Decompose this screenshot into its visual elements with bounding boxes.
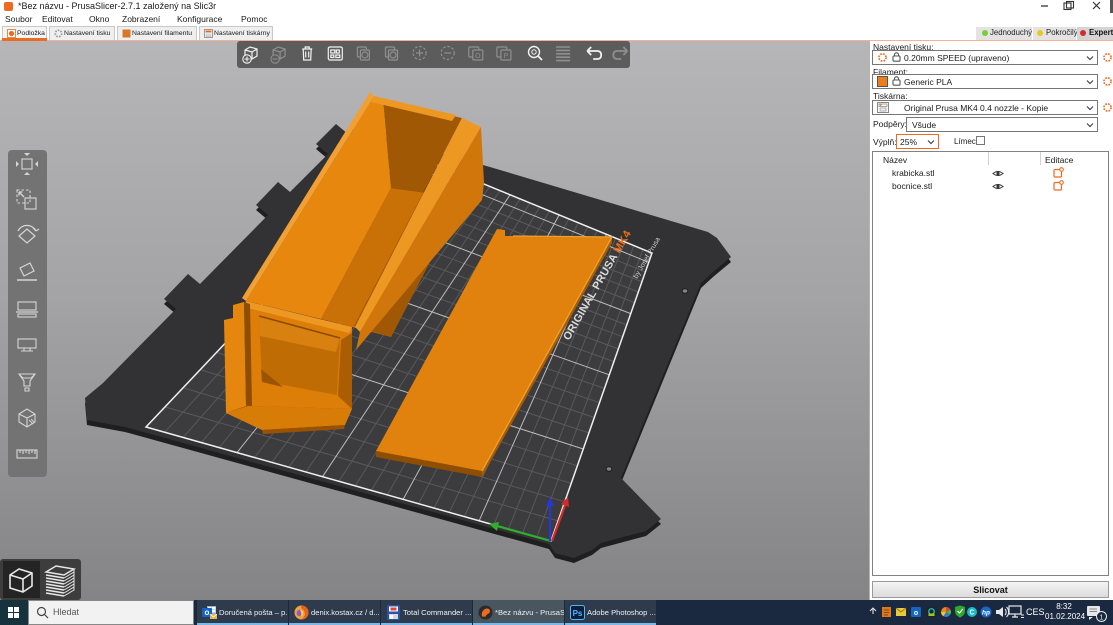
svg-text:o: o (914, 610, 918, 617)
svg-text:P: P (504, 53, 509, 60)
svg-text:Ps: Ps (573, 609, 583, 618)
svg-text:O: O (475, 53, 481, 60)
svg-text:C: C (969, 610, 974, 617)
svg-text:1: 1 (1099, 613, 1103, 622)
svg-text:o: o (205, 608, 210, 617)
svg-text:hp: hp (982, 610, 990, 617)
